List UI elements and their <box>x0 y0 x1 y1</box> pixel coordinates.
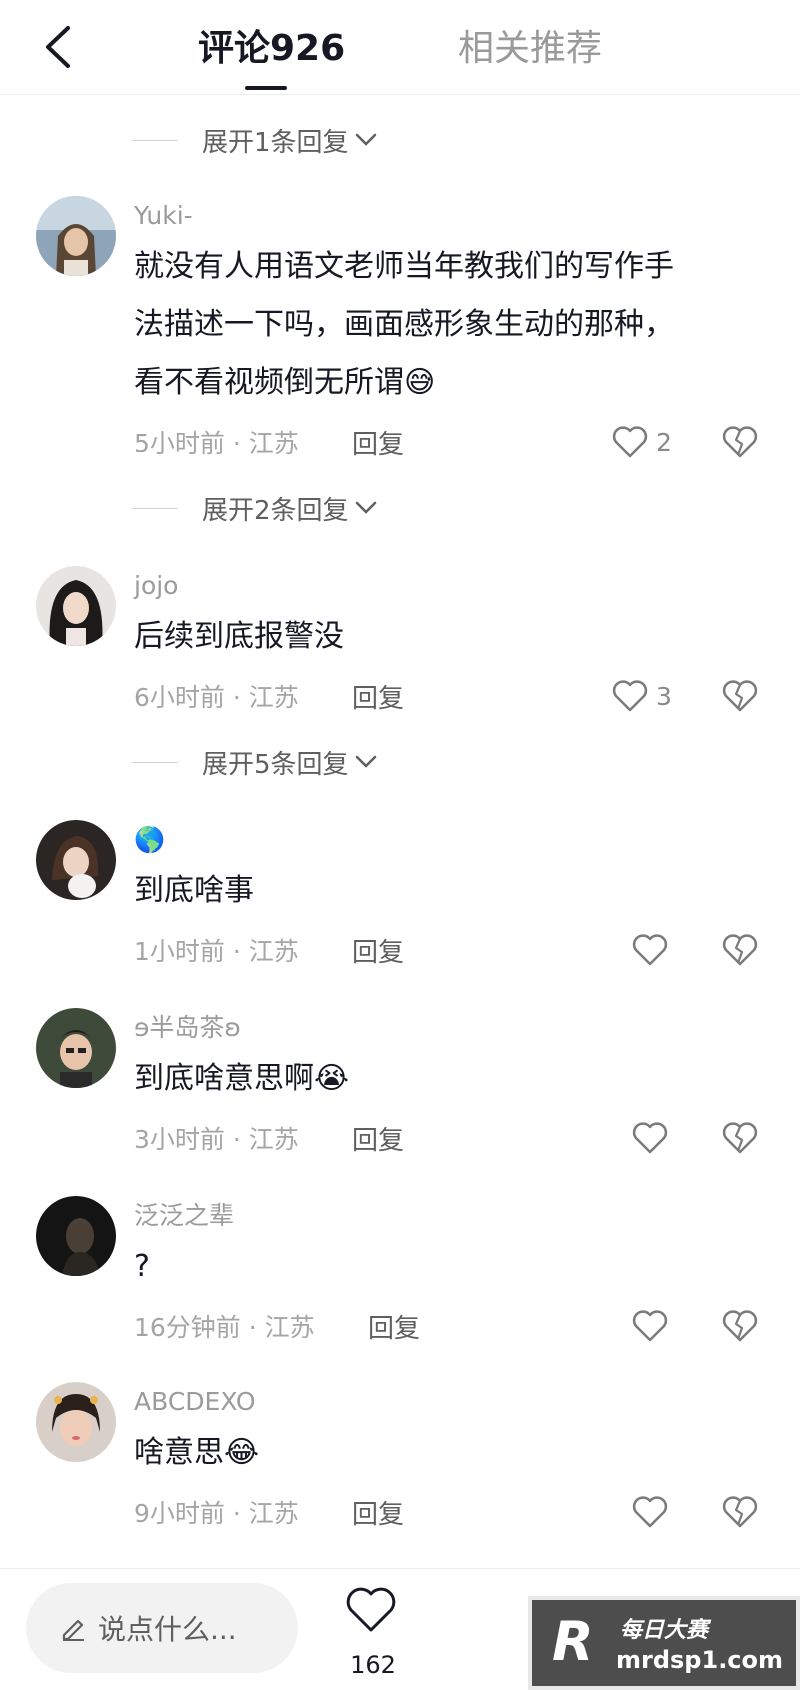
input-placeholder: 说点什么... <box>98 1613 237 1646</box>
like-video-button[interactable] <box>345 1587 401 1637</box>
tab-comments[interactable]: 评论926 <box>198 26 345 72</box>
time-location: 9小时前 · 江苏 <box>134 1499 299 1528</box>
heart-icon <box>346 1587 396 1632</box>
dislike-button[interactable] <box>720 1306 760 1346</box>
reply-button[interactable]: 回复 <box>352 1492 404 1532</box>
watermark-url: mrdsp1.com <box>616 1646 784 1674</box>
like-button[interactable] <box>632 1306 668 1346</box>
heart-icon <box>632 1122 668 1154</box>
comment-text: 到底啥意思啊😭 <box>134 1050 754 1108</box>
reply-button[interactable]: 回复 <box>352 676 404 716</box>
time-location: 5小时前 · 江苏 <box>134 429 299 458</box>
comment-line: 到底啥意思啊😭 <box>134 1061 350 1096</box>
username[interactable]: Yuki- <box>134 200 193 232</box>
expand-replies[interactable]: 展开2条回复 <box>132 488 377 528</box>
reply-button[interactable]: 回复 <box>368 1306 420 1346</box>
expand-replies[interactable]: 展开1条回复 <box>132 120 377 160</box>
like-count: 2 <box>656 427 672 457</box>
like-button[interactable]: 2 <box>612 422 672 462</box>
watermark: R 每日大赛 mrdsp1.com <box>528 1596 800 1690</box>
dislike-button[interactable] <box>720 1118 760 1158</box>
comment-line: 看不看视频倒无所谓😅 <box>134 365 436 400</box>
username[interactable]: 泛泛之辈 <box>134 1200 234 1232</box>
comment-text: ? <box>134 1238 754 1296</box>
broken-heart-icon <box>722 934 758 966</box>
dislike-button[interactable] <box>720 930 760 970</box>
comment-text: 啥意思😂 <box>134 1424 754 1482</box>
avatar[interactable] <box>36 1008 116 1088</box>
like-button[interactable]: 3 <box>612 676 672 716</box>
like-count: 3 <box>656 681 672 711</box>
divider-line <box>132 507 178 509</box>
time-location: 6小时前 · 江苏 <box>134 683 299 712</box>
watermark-title: 每日大赛 <box>620 1618 709 1643</box>
comment-input[interactable]: 说点什么... <box>26 1583 298 1673</box>
time-location: 16分钟前 · 江苏 <box>134 1313 315 1342</box>
watermark-logo: R <box>552 1610 594 1673</box>
like-button[interactable] <box>632 1118 668 1158</box>
heart-icon <box>632 1310 668 1342</box>
dislike-button[interactable] <box>720 422 760 462</box>
comment-line: 法描述一下吗，画面感形象生动的那种， <box>134 307 674 342</box>
avatar[interactable] <box>36 566 116 646</box>
heart-icon <box>632 1496 668 1528</box>
heart-icon <box>612 426 648 458</box>
reply-button[interactable]: 回复 <box>352 930 404 970</box>
comment-line: 啥意思😂 <box>134 1435 260 1470</box>
back-chevron-icon[interactable] <box>40 24 80 70</box>
username[interactable]: 🌎 <box>134 824 165 856</box>
comment-line: ? <box>134 1249 150 1284</box>
dislike-button[interactable] <box>720 676 760 716</box>
comment-text: 就没有人用语文老师当年教我们的写作手 法描述一下吗，画面感形象生动的那种， 看不… <box>134 238 754 412</box>
header: 评论926 相关推荐 <box>0 0 800 95</box>
chevron-down-icon <box>355 755 376 768</box>
pencil-icon <box>62 1619 84 1641</box>
comment-text: 到底啥事 <box>134 862 754 920</box>
username[interactable]: ɘ半岛茶ʚ <box>134 1012 241 1044</box>
username[interactable]: ABCDEXO <box>134 1386 256 1418</box>
expand-replies-label: 展开2条回复 <box>202 495 349 526</box>
like-button[interactable] <box>632 1492 668 1532</box>
time-location: 1小时前 · 江苏 <box>134 937 299 966</box>
expand-replies-label: 展开1条回复 <box>202 127 349 158</box>
avatar[interactable] <box>36 196 116 276</box>
heart-icon <box>632 934 668 966</box>
active-tab-indicator <box>245 86 287 90</box>
chevron-down-icon <box>355 133 376 146</box>
avatar[interactable] <box>36 1382 116 1462</box>
avatar[interactable] <box>36 820 116 900</box>
reply-button[interactable]: 回复 <box>352 422 404 462</box>
comment-line: 到底啥事 <box>134 873 254 908</box>
divider-line <box>132 139 178 141</box>
dislike-button[interactable] <box>720 1492 760 1532</box>
username[interactable]: jojo <box>134 570 178 602</box>
avatar[interactable] <box>36 1196 116 1276</box>
expand-replies[interactable]: 展开5条回复 <box>132 742 377 782</box>
reply-button[interactable]: 回复 <box>352 1118 404 1158</box>
chevron-down-icon <box>355 501 376 514</box>
broken-heart-icon <box>722 1310 758 1342</box>
broken-heart-icon <box>722 1122 758 1154</box>
time-location: 3小时前 · 江苏 <box>134 1125 299 1154</box>
video-like-count: 162 <box>350 1651 396 1679</box>
comment-text: 后续到底报警没 <box>134 608 754 666</box>
expand-replies-label: 展开5条回复 <box>202 749 349 780</box>
like-button[interactable] <box>632 930 668 970</box>
broken-heart-icon <box>722 680 758 712</box>
broken-heart-icon <box>722 426 758 458</box>
heart-icon <box>612 680 648 712</box>
broken-heart-icon <box>722 1496 758 1528</box>
comment-line: 后续到底报警没 <box>134 619 344 654</box>
tab-related[interactable]: 相关推荐 <box>458 26 602 72</box>
divider-line <box>132 761 178 763</box>
comment-line: 就没有人用语文老师当年教我们的写作手 <box>134 249 674 284</box>
